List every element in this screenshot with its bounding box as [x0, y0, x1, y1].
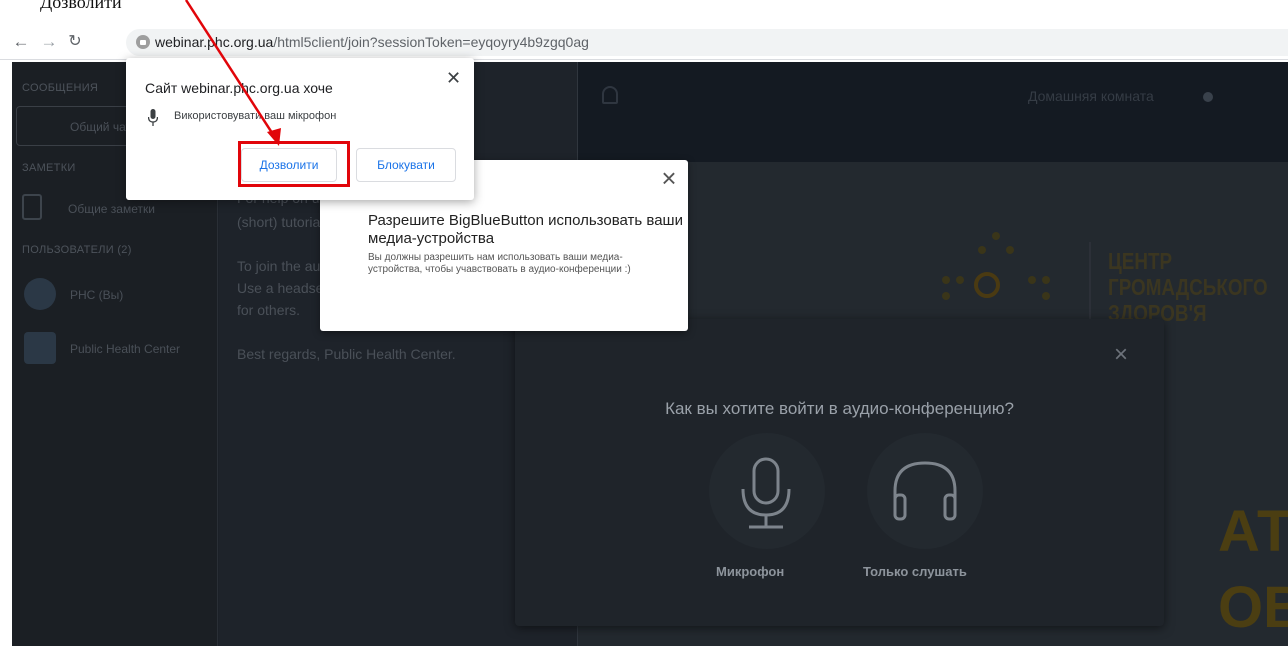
- logo-divider: [1089, 242, 1091, 320]
- microphone-button[interactable]: [709, 433, 825, 549]
- users-heading: ПОЛЬЗОВАТЕЛИ (2): [22, 244, 132, 256]
- room-title: Домашняя комната: [1028, 88, 1154, 104]
- notes-heading: ЗАМЕТКИ: [22, 162, 76, 174]
- record-indicator-icon: [1203, 92, 1213, 102]
- public-chat-label: Общий чат: [70, 120, 131, 134]
- logo-dot: [1028, 276, 1036, 284]
- logo-dot: [1042, 292, 1050, 300]
- listen-only-label[interactable]: Только слушать: [863, 564, 967, 579]
- logo-dot: [942, 292, 950, 300]
- permission-popup-title: Сайт webinar.phc.org.ua хоче: [145, 80, 333, 96]
- user-avatar: [24, 278, 56, 310]
- lock-body: [140, 40, 146, 45]
- logo-dot: [978, 246, 986, 254]
- logo-dot: [1006, 246, 1014, 254]
- user-avatar: [24, 332, 56, 364]
- headphones-icon: [893, 461, 957, 521]
- notes-icon: [22, 194, 42, 220]
- audio-modal-title: Как вы хотите войти в аудио-конференцию?: [665, 399, 1014, 418]
- nav-bar: Домашняя комната: [578, 62, 1288, 162]
- logo-dot: [1042, 276, 1050, 284]
- user-icon[interactable]: [602, 86, 618, 104]
- phc-logo-text: ЦЕНТР ГРОМАДСЬКОГО ЗДОРОВ'Я: [1108, 248, 1268, 326]
- microphone-icon: [741, 457, 791, 529]
- back-arrow-icon[interactable]: ←: [10, 30, 32, 54]
- phc-logo-dots: [938, 232, 1058, 322]
- messages-heading: СООБЩЕНИЯ: [22, 82, 99, 94]
- media-dialog-title: Разрешите BigBlueButton использовать ваш…: [368, 212, 683, 247]
- logo-dot: [992, 232, 1000, 240]
- forward-arrow-icon[interactable]: →: [38, 30, 60, 54]
- logo-ring: [974, 272, 1000, 298]
- slide-big-text: АТИ: [1218, 499, 1288, 564]
- browser-toolbar: ← → ↻ webinar.phc.org.ua/html5client/joi…: [0, 26, 1288, 60]
- user-item-public-health-center[interactable]: Public Health Center: [70, 342, 180, 356]
- media-dialog-description: Вы должны разрешить нам использовать ваш…: [368, 252, 631, 275]
- logo-dot: [956, 276, 964, 284]
- highlight-annotation: [238, 141, 350, 187]
- reload-icon[interactable]: ↻: [64, 30, 86, 54]
- microphone-icon: [148, 109, 158, 126]
- slide-big-text: ОВ'Я: [1218, 575, 1288, 640]
- chat-message-line: Best regards, Public Health Center.: [237, 346, 456, 362]
- chat-message-line: for others.: [237, 302, 301, 318]
- microphone-label[interactable]: Микрофон: [716, 564, 784, 579]
- screenshot-root: Дозволити ← → ↻ webinar.phc.org.ua/html5…: [0, 0, 1288, 646]
- audio-join-modal: × Как вы хотите войти в аудио-конференци…: [515, 319, 1164, 626]
- permission-request-text: Використовувати ваш мікрофон: [174, 110, 337, 122]
- url-host: webinar.phc.org.ua: [155, 34, 274, 50]
- url-path: /html5client/join?sessionToken=eyqoyry4b…: [273, 34, 589, 50]
- close-icon[interactable]: ✕: [446, 68, 461, 89]
- shared-notes-item[interactable]: Общие заметки: [68, 202, 155, 216]
- url-text[interactable]: webinar.phc.org.ua/html5client/join?sess…: [155, 34, 589, 50]
- close-icon[interactable]: ×: [1111, 343, 1131, 367]
- logo-dot: [942, 276, 950, 284]
- listen-only-button[interactable]: [867, 433, 983, 549]
- close-icon[interactable]: ×: [657, 165, 681, 191]
- annotation-caption: Дозволити: [40, 0, 122, 12]
- block-button[interactable]: Блокувати: [356, 148, 456, 182]
- user-item-self[interactable]: PHC (Вы): [70, 288, 123, 302]
